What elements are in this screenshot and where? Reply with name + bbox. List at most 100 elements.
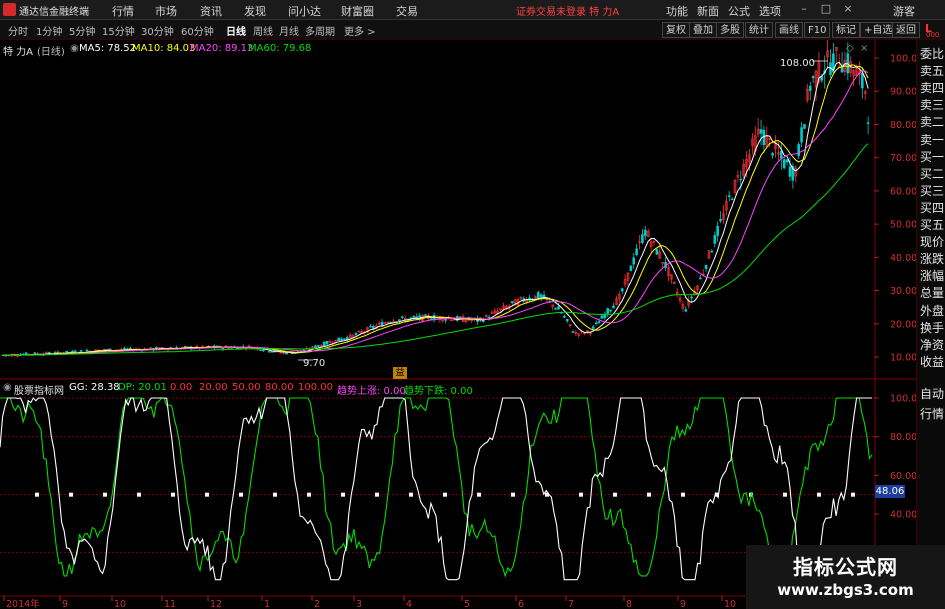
price-y-axis: 100.00 90.00 80.00 70.00 60.00 50.00 40.00 30.0… [874,54,916,364]
close-icon[interactable]: × [841,2,855,16]
candle-body [788,166,792,177]
side-panel-lower-item-1[interactable]: 行情 [919,404,945,424]
watermark: 指标公式网 www.zbgs3.com [746,545,945,609]
candle-body [710,250,714,253]
back-button[interactable]: 返回 [892,22,920,38]
candle-body [71,350,74,353]
side-panel-sub: 000 [926,31,940,39]
mark-button[interactable]: 标记 [832,22,860,38]
threshold-dot [375,492,379,497]
x-tick-label-6: 2 [314,599,320,609]
x-tick-label-5: 1 [264,599,270,609]
candle-body [762,129,766,146]
menu-item-wealth-circle[interactable]: 财富圈 [341,3,374,19]
period-tab-daily[interactable]: 日线 [226,23,246,38]
period-tab-1min[interactable]: 1分钟 [36,23,62,38]
x-tick-label-7: 3 [356,599,362,609]
indicator-tick-label-2: 60.00 [890,471,916,482]
menu-item-functions[interactable]: 功能 [666,3,688,19]
threshold-dot [477,492,481,497]
candle-body [267,351,271,353]
candle-body [314,345,317,349]
candle-body [641,234,644,243]
candle-body [487,316,491,319]
candle-body [398,319,401,321]
period-tab-multi[interactable]: 多周期 [305,23,335,38]
period-tab-weekly[interactable]: 周线 [253,23,273,38]
candle-body [591,326,595,329]
candle-body [861,73,864,89]
period-tab-monthly[interactable]: 月线 [279,23,299,38]
indicator-level-0: 0.00 [170,382,193,393]
overlay-button[interactable]: 叠加 [689,22,717,38]
period-tab-5min[interactable]: 5分钟 [69,23,95,38]
watermark-title: 指标公式网 [793,555,898,579]
adjust-price-button[interactable]: 复权 [662,22,690,38]
candle-body [259,349,262,351]
candle-body [337,337,340,342]
f10-button[interactable]: F10 [804,22,831,38]
candle-body [730,198,734,201]
x-tick-label-8: 4 [406,599,412,609]
price-tick-label-4: 60.00 [890,186,916,197]
candle-body [719,219,722,222]
candle-body [644,229,647,237]
trade-login-status: 证券交易未登录 特 力A [516,7,620,18]
threshold-dot [69,492,73,497]
threshold-dot [341,492,345,497]
menu-item-trade[interactable]: 交易 [396,3,418,19]
price-tick-label-9: 10.00 [890,353,916,364]
threshold-dot [239,492,243,497]
candle-body [716,225,719,236]
threshold-dot [307,492,311,497]
add-watchlist-button[interactable]: +自选 [860,22,897,38]
threshold-dot [205,492,209,497]
candle-body [632,257,636,265]
candle-body [285,352,288,355]
side-panel-lower-item-0[interactable]: 自动 [919,384,945,404]
guest-user[interactable]: 游客 [893,3,915,19]
candle-body [594,322,598,325]
period-tab-intraday[interactable]: 分时 [8,23,28,38]
menu-item-formula[interactable]: 公式 [728,3,750,19]
price-tick-label-8: 20.00 [890,319,916,330]
threshold-dot [851,492,855,497]
statistics-button[interactable]: 统计 [745,22,773,38]
indicator-toggle-icon[interactable]: ◉ [3,382,12,393]
menu-item-layout[interactable]: 新面 [697,3,719,19]
indicator-level-20: 20.00 [199,382,228,393]
menu-item-news[interactable]: 资讯 [200,3,222,19]
event-marker[interactable]: 益 [393,367,407,379]
maximize-icon[interactable]: □ [819,2,833,16]
candle-body [690,296,693,299]
indicator-y-axis: 100.00 80.00 60.00 40.00 [874,394,916,521]
menu-item-assistant[interactable]: 问小达 [288,3,321,19]
x-tick-label-3: 11 [164,599,176,609]
side-panel-item-18[interactable]: 收益 [919,352,945,372]
indicator-tick-label-0: 100.00 [890,394,916,405]
period-tab-30min[interactable]: 30分钟 [141,23,174,38]
time-x-axis: 2014年 9 10 11 12 1 2 3 4 5 6 7 8 9 10 [0,595,874,609]
threshold-dot [171,492,175,497]
candle-body [415,316,419,319]
minimize-icon[interactable]: – [797,2,811,16]
candle-body [424,314,427,316]
dp-line [0,397,873,578]
candle-body [554,307,557,310]
candle-body [444,318,447,321]
draw-line-button[interactable]: 画线 [775,22,803,38]
period-tab-15min[interactable]: 15分钟 [102,23,135,38]
menu-item-options[interactable]: 选项 [759,3,781,19]
threshold-dot [681,492,685,497]
menu-item-market-quotes[interactable]: 行情 [112,3,134,19]
price-moving-averages [2,60,869,361]
quote-side-panel: L 委比 卖五 卖四 卖三 卖二 卖一 买一 买二 买三 买四 买五 现价 涨跌 涨幅 总量 外盘 换手 净资 收益… [916,22,945,609]
multi-stock-button[interactable]: 多股 [716,22,744,38]
period-tab-more[interactable]: 更多 > [344,23,376,38]
x-tick-label-2: 10 [114,599,126,609]
candle-body [782,159,786,169]
menu-item-discover[interactable]: 发现 [244,3,266,19]
candle-body [354,333,358,335]
period-tab-60min[interactable]: 60分钟 [181,23,214,38]
menu-item-market[interactable]: 市场 [155,3,177,19]
